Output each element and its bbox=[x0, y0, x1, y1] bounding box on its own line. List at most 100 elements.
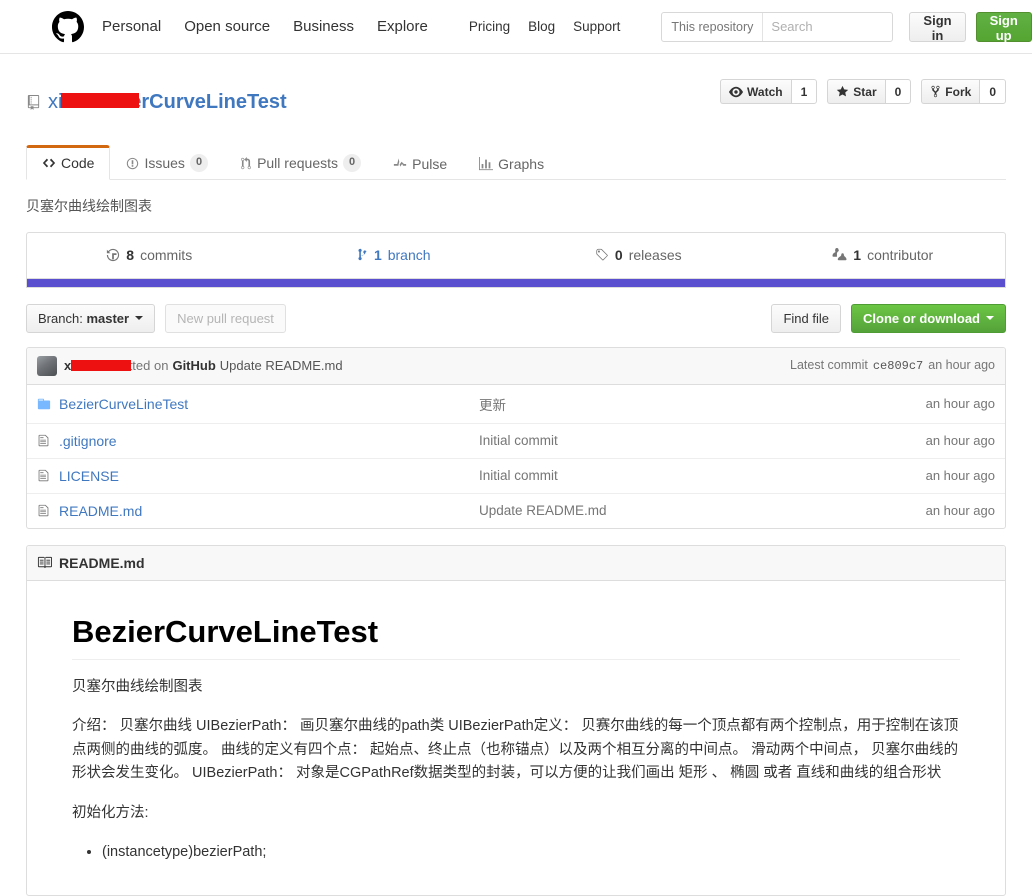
watch-button[interactable]: Watch bbox=[720, 79, 791, 104]
star-icon bbox=[836, 85, 849, 98]
fork-icon bbox=[930, 85, 941, 98]
tab-code[interactable]: Code bbox=[26, 144, 111, 180]
tab-pull-requests-label: Pull requests bbox=[257, 155, 338, 172]
readme-header-label: README.md bbox=[59, 554, 145, 571]
readme-body: BezierCurveLineTest 贝塞尔曲线绘制图表 介绍： 贝塞尔曲线 … bbox=[27, 581, 1005, 895]
repo-description: 贝塞尔曲线绘制图表 bbox=[26, 197, 152, 214]
file-age: an hour ago bbox=[925, 433, 995, 449]
repo-title-row: xin / BezierCurveLineTest Watch 1 bbox=[26, 77, 1006, 128]
file-age: an hour ago bbox=[925, 396, 995, 412]
nav-explore[interactable]: Explore bbox=[377, 18, 428, 35]
commit-sha[interactable]: ce809c7 bbox=[873, 359, 923, 373]
latest-commit-meta: Latest commit ce809c7 an hour ago bbox=[790, 358, 995, 373]
primary-nav: Personal Open source Business Explore bbox=[102, 18, 428, 35]
file-name-link[interactable]: README.md bbox=[59, 503, 479, 519]
sign-in-button[interactable]: Sign in bbox=[909, 11, 966, 43]
readme-paragraph-3: 初始化方法: bbox=[72, 804, 149, 821]
search-form: This repository bbox=[661, 11, 894, 42]
file-commit-message[interactable]: Initial commit bbox=[479, 433, 926, 448]
watch-group: Watch 1 bbox=[720, 79, 818, 104]
tab-issues-count: 0 bbox=[189, 154, 209, 172]
search-scope-label[interactable]: This repository bbox=[662, 12, 764, 41]
eye-icon bbox=[729, 85, 744, 99]
tab-graphs[interactable]: Graphs bbox=[463, 146, 560, 180]
star-count[interactable]: 0 bbox=[884, 79, 912, 104]
list-item: (instancetype)bezierPath; bbox=[102, 841, 960, 864]
github-mark-icon[interactable] bbox=[52, 10, 84, 43]
commits-label: commits bbox=[140, 246, 193, 263]
summary-branches[interactable]: 1 branch bbox=[272, 233, 517, 278]
language-color-bar bbox=[26, 278, 1006, 288]
contributors-count: 1 bbox=[853, 246, 862, 263]
tab-pulse[interactable]: Pulse bbox=[377, 146, 463, 180]
fork-button[interactable]: Fork bbox=[921, 79, 980, 104]
repo-actions: Watch 1 Star 0 Fork 0 bbox=[720, 77, 1006, 104]
file-navigation-toolbar: Branch: master New pull request Find fil… bbox=[26, 288, 1006, 347]
fork-label: Fork bbox=[945, 84, 972, 99]
file-commit-message[interactable]: 更新 bbox=[479, 394, 926, 414]
clone-or-download-button[interactable]: Clone or download bbox=[851, 303, 1006, 333]
numbers-summary: 8 commits 1 branch 0 releases 1 contribu… bbox=[27, 233, 1005, 278]
nav-blog[interactable]: Blog bbox=[528, 19, 555, 34]
readme-title: BezierCurveLineTest bbox=[72, 613, 960, 660]
table-row[interactable]: README.md Update README.md an hour ago bbox=[27, 494, 1005, 528]
tab-graphs-label: Graphs bbox=[498, 155, 545, 172]
table-row[interactable]: BezierCurveLineTest 更新 an hour ago bbox=[27, 385, 1005, 424]
readme-paragraph-2: 介绍： 贝塞尔曲线 UIBezierPath： 画贝塞尔曲线的path类 UIB… bbox=[72, 718, 959, 782]
commit-author[interactable]: xan bbox=[64, 358, 131, 373]
git-pull-request-icon bbox=[240, 156, 252, 170]
file-name-link[interactable]: BezierCurveLineTest bbox=[59, 396, 479, 412]
sign-up-button[interactable]: Sign up bbox=[975, 11, 1032, 43]
table-row[interactable]: .gitignore Initial commit an hour ago bbox=[27, 424, 1005, 459]
nav-support[interactable]: Support bbox=[573, 19, 620, 34]
file-name-link[interactable]: LICENSE bbox=[59, 468, 479, 484]
fork-count[interactable]: 0 bbox=[979, 79, 1006, 104]
repo-pagehead: xin / BezierCurveLineTest Watch 1 bbox=[26, 54, 1006, 180]
latest-commit-bar: xan committed on GitHub Update README.md… bbox=[27, 347, 1005, 385]
table-row[interactable]: LICENSE Initial commit an hour ago bbox=[27, 459, 1005, 494]
readme-container: README.md BezierCurveLineTest 贝塞尔曲线绘制图表 … bbox=[26, 544, 1006, 896]
new-pull-request-button[interactable]: New pull request bbox=[165, 303, 286, 333]
tab-issues[interactable]: Issues 0 bbox=[110, 144, 224, 179]
repo-icon bbox=[26, 94, 41, 110]
clone-label: Clone or download bbox=[863, 310, 980, 326]
avatar[interactable] bbox=[37, 355, 57, 376]
nav-pricing[interactable]: Pricing bbox=[469, 19, 510, 34]
book-icon bbox=[37, 555, 52, 570]
nav-personal[interactable]: Personal bbox=[102, 18, 161, 35]
summary-contributors[interactable]: 1 contributor bbox=[761, 233, 1006, 278]
branch-prefix: Branch: bbox=[38, 310, 83, 326]
file-commit-message[interactable]: Initial commit bbox=[479, 468, 926, 483]
file-name-link[interactable]: .gitignore bbox=[59, 433, 479, 449]
tab-issues-label: Issues bbox=[144, 155, 185, 172]
commit-message[interactable]: Update README.md bbox=[220, 358, 343, 373]
watch-count[interactable]: 1 bbox=[790, 79, 818, 104]
file-text-icon bbox=[37, 434, 59, 447]
redaction-bar-owner bbox=[61, 93, 139, 109]
tab-pull-requests-count: 0 bbox=[343, 154, 362, 172]
file-commit-message[interactable]: Update README.md bbox=[479, 503, 926, 518]
fork-group: Fork 0 bbox=[921, 79, 1006, 104]
history-icon bbox=[106, 248, 120, 262]
chevron-down-icon bbox=[135, 316, 144, 321]
star-button[interactable]: Star bbox=[827, 79, 885, 104]
pulse-icon bbox=[393, 157, 407, 171]
file-age: an hour ago bbox=[925, 468, 995, 484]
branch-select-button[interactable]: Branch: master bbox=[26, 303, 156, 333]
watch-label: Watch bbox=[747, 84, 783, 99]
nav-open-source[interactable]: Open source bbox=[184, 18, 270, 35]
star-label: Star bbox=[853, 84, 877, 99]
chevron-down-icon bbox=[986, 316, 994, 321]
branch-name: master bbox=[86, 310, 130, 326]
branches-label: branch bbox=[387, 246, 431, 263]
search-input[interactable] bbox=[763, 12, 893, 41]
file-text-icon bbox=[37, 504, 59, 517]
commit-age: an hour ago bbox=[928, 358, 995, 373]
tab-pull-requests[interactable]: Pull requests 0 bbox=[224, 144, 377, 179]
repo-owner-link[interactable]: xin bbox=[48, 90, 139, 114]
summary-commits[interactable]: 8 commits bbox=[27, 233, 272, 278]
nav-business[interactable]: Business bbox=[293, 18, 354, 35]
summary-releases[interactable]: 0 releases bbox=[516, 233, 761, 278]
find-file-button[interactable]: Find file bbox=[771, 303, 841, 333]
commits-count: 8 bbox=[126, 246, 135, 263]
